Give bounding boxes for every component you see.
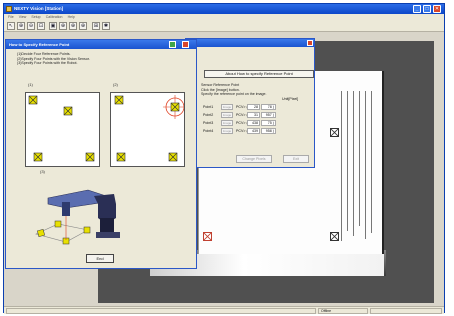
- howto-close-icon[interactable]: [182, 41, 189, 48]
- panel-label: (1): [28, 82, 33, 87]
- howto-steps: (1)Decide Four Reference Points. (2)Spec…: [17, 52, 90, 66]
- point-row: Point1 Image PCV> ( 28 78 ): [203, 104, 313, 112]
- pcv-label: PCV> (: [236, 105, 248, 109]
- point-x-value[interactable]: 439: [247, 128, 260, 134]
- panel-vision-sensor: [110, 92, 187, 167]
- howto-minimize-button[interactable]: [169, 41, 176, 48]
- zoom-a-icon[interactable]: ⊕: [59, 22, 67, 30]
- reference-marker-icon[interactable]: [330, 128, 339, 137]
- unit-label: Unit[Pixel]: [282, 97, 299, 101]
- grid-icon[interactable]: ⊞: [92, 22, 100, 30]
- howto-title: How to Specify Reference Point: [9, 42, 70, 47]
- zoom-b-icon[interactable]: ⊕: [69, 22, 77, 30]
- end-button[interactable]: End: [86, 254, 114, 263]
- menubar: File View Setup Calibration Help: [4, 14, 444, 21]
- settings-close-icon[interactable]: [307, 40, 313, 46]
- panel-reference-points: [25, 92, 100, 167]
- zoom-out-icon[interactable]: ⊖: [27, 22, 35, 30]
- point-y-value[interactable]: 75 ): [261, 120, 276, 126]
- pcv-label: PCV> (: [236, 129, 248, 133]
- reference-points-illustration: [28, 95, 95, 162]
- point-row: Point4 Image PCV> ( 439 958 ): [203, 128, 313, 136]
- reference-marker-icon[interactable]: [203, 232, 212, 241]
- robot-arm-icon: [35, 189, 120, 245]
- point-name: Point2: [203, 113, 214, 117]
- pointer-icon[interactable]: ↖: [7, 22, 15, 30]
- point-y-value[interactable]: 78 ): [261, 104, 276, 110]
- image-button[interactable]: Image: [221, 128, 233, 134]
- point-x-value[interactable]: 31: [247, 112, 260, 118]
- sheet-line: [341, 91, 342, 241]
- about-reference-button[interactable]: About How to specify Reference Point: [204, 70, 314, 78]
- sheet-line: [347, 91, 348, 231]
- maximize-button[interactable]: □: [423, 5, 431, 13]
- pcv-label: PCV> (: [236, 113, 248, 117]
- point-name: Point4: [203, 129, 214, 133]
- point-row: Point3 Image PCV> ( 438 75 ): [203, 120, 313, 128]
- menu-file[interactable]: File: [8, 15, 14, 19]
- sheet-line: [371, 91, 372, 233]
- sensor-info: Sensor Reference Point Click the [Image]…: [201, 83, 313, 97]
- zoom-100-icon[interactable]: ▣: [49, 22, 57, 30]
- vision-sensor-illustration: [114, 95, 187, 162]
- menu-view[interactable]: View: [19, 15, 27, 19]
- point-y-value[interactable]: 957 ): [261, 112, 276, 118]
- change-pixels-button[interactable]: Change Pixels: [236, 155, 272, 163]
- howto-titlebar[interactable]: How to Specify Reference Point: [6, 40, 196, 49]
- sensor-info-line: Specify the reference point on the image…: [201, 92, 267, 96]
- minimize-button[interactable]: _: [413, 5, 421, 13]
- image-button[interactable]: Image: [221, 120, 233, 126]
- toolbar: ↖ ⊕ ⊖ ⊡ ▣ ⊕ ⊕ ⊕ ⊞ ✱: [4, 21, 444, 32]
- sheet-line: [365, 91, 366, 239]
- point-y-value[interactable]: 958 ): [261, 128, 276, 134]
- app-icon: [6, 6, 12, 12]
- howto-step: (3)Specify Four Points with the Robot.: [17, 61, 78, 66]
- point-row: Point2 Image PCV> ( 31 957 ): [203, 112, 313, 120]
- point-x-value[interactable]: 28: [247, 104, 260, 110]
- pcv-label: PCV> (: [236, 121, 248, 125]
- point-name: Point3: [203, 121, 214, 125]
- close-button[interactable]: ✕: [433, 5, 441, 13]
- statusbar: Offline: [4, 306, 444, 314]
- settings-icon[interactable]: ✱: [102, 22, 110, 30]
- howto-dialog: How to Specify Reference Point (1)Decide…: [5, 39, 197, 269]
- exit-button[interactable]: Exit: [283, 155, 309, 163]
- status-box-main: [6, 308, 316, 314]
- robot-illustration: [28, 174, 138, 252]
- app-title: NEXTY Vision [Station]: [14, 6, 64, 11]
- image-button[interactable]: Image: [221, 104, 233, 110]
- panel-label: (2): [113, 82, 118, 87]
- menu-calibration[interactable]: Calibration: [46, 15, 63, 19]
- point-x-value[interactable]: 438: [247, 120, 260, 126]
- zoom-in-icon[interactable]: ⊕: [17, 22, 25, 30]
- status-text: Offline: [318, 308, 368, 314]
- image-button[interactable]: Image: [221, 112, 233, 118]
- reference-marker-icon[interactable]: [330, 232, 339, 241]
- point-name: Point1: [203, 105, 214, 109]
- settings-titlebar[interactable]: [186, 39, 314, 47]
- menu-help[interactable]: Help: [68, 15, 75, 19]
- zoom-c-icon[interactable]: ⊕: [79, 22, 87, 30]
- main-titlebar[interactable]: NEXTY Vision [Station] _ □ ✕: [4, 4, 444, 14]
- sheet-line: [359, 91, 360, 226]
- zoom-fit-icon[interactable]: ⊡: [37, 22, 45, 30]
- status-box-right: [370, 308, 442, 314]
- reference-settings-dialog: About How to specify Reference Point Sen…: [185, 38, 315, 168]
- sheet-line: [353, 91, 354, 236]
- menu-setup[interactable]: Setup: [31, 15, 40, 19]
